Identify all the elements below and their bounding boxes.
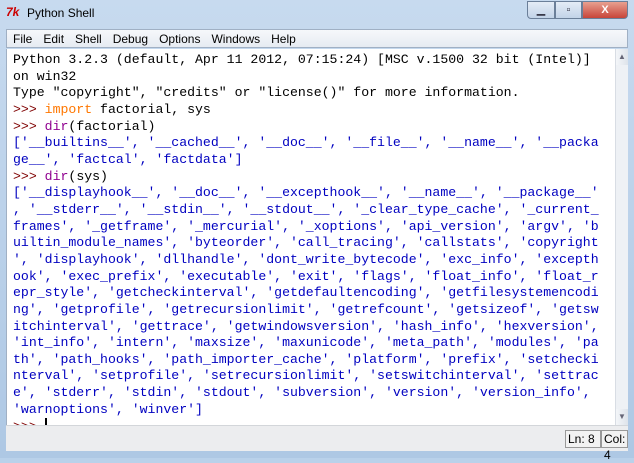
idle-app-icon: 7k xyxy=(6,5,20,19)
menu-options[interactable]: Options xyxy=(153,30,205,46)
output-text: ook', 'exec_prefix', 'executable', 'exit… xyxy=(13,268,599,284)
output-text: , '__stderr__', '__stdin__', '__stdout__… xyxy=(13,201,599,217)
vertical-scrollbar[interactable]: ▲ ▼ xyxy=(615,49,628,425)
output-text: e', 'stderr', 'stdin', 'stdout', 'subver… xyxy=(13,385,591,401)
prompt: >>> xyxy=(13,101,45,117)
status-bar: Ln: 8 Col: 4 xyxy=(6,425,628,462)
shell-line: >>> dir(factorial) xyxy=(13,119,599,136)
code-text: import xyxy=(44,101,93,117)
shell-line: on win32 xyxy=(13,69,599,86)
scroll-up-arrow-icon[interactable]: ▲ xyxy=(616,49,628,65)
shell-line: ['__displayhook__', '__doc__', '__except… xyxy=(13,185,599,202)
scroll-down-arrow-icon[interactable]: ▼ xyxy=(616,409,628,425)
prompt: >>> xyxy=(13,168,45,184)
shell-line: >>> dir(sys) xyxy=(13,169,599,186)
output-text: 'int_info', 'intern', 'maxsize', 'maxuni… xyxy=(13,335,599,351)
output-text: ['__displayhook__', '__doc__', '__except… xyxy=(13,185,599,201)
output-text: ge__', 'factcal', 'factdata'] xyxy=(13,151,243,167)
window-frame: 7k Python Shell ▁ ▫ X File Edit Shell Debug… xyxy=(0,0,634,462)
shell-line: frames', '_getframe', '_mercurial', '_xo… xyxy=(13,219,599,236)
shell-line: itchinterval', 'gettrace', 'getwindowsve… xyxy=(13,319,599,336)
column-number-indicator: Col: 4 xyxy=(601,430,628,462)
menu-shell[interactable]: Shell xyxy=(69,30,107,46)
shell-line: >>> import factorial, sys xyxy=(13,102,599,119)
output-text: itchinterval', 'gettrace', 'getwindowsve… xyxy=(13,318,599,334)
output-text: ['__builtins__', '__cached__', '__doc__'… xyxy=(13,135,599,151)
shell-output: Python 3.2.3 (default, Apr 11 2012, 07:1… xyxy=(13,52,599,425)
minimize-button[interactable]: ▁ xyxy=(527,1,555,19)
shell-line: ng', 'getprofile', 'getrecursionlimit', … xyxy=(13,302,599,319)
output-text: frames', '_getframe', '_mercurial', '_xo… xyxy=(13,218,599,234)
shell-text-area[interactable]: Python 3.2.3 (default, Apr 11 2012, 07:1… xyxy=(6,49,616,425)
output-text: uiltin_module_names', 'byteorder', 'call… xyxy=(13,235,599,251)
close-button[interactable]: X xyxy=(582,1,628,19)
shell-line: 'warnoptions', 'winver'] xyxy=(13,402,599,419)
output-text: ', 'displayhook', 'dllhandle', 'dont_wri… xyxy=(13,251,599,267)
line-number-indicator: Ln: 8 xyxy=(565,430,601,448)
shell-line: Python 3.2.3 (default, Apr 11 2012, 07:1… xyxy=(13,52,599,69)
shell-line: ook', 'exec_prefix', 'executable', 'exit… xyxy=(13,269,599,286)
output-text: 'warnoptions', 'winver'] xyxy=(13,401,203,417)
shell-line: epr_style', 'getcheckinterval', 'getdefa… xyxy=(13,285,599,302)
shell-line: , '__stderr__', '__stdin__', '__stdout__… xyxy=(13,202,599,219)
code-text: dir xyxy=(44,168,69,184)
output-text: th', 'path_hooks', 'path_importer_cache'… xyxy=(13,351,599,367)
menu-bar: File Edit Shell Debug Options Windows Help xyxy=(6,29,628,48)
menu-debug[interactable]: Debug xyxy=(107,30,153,46)
window-title: Python Shell xyxy=(27,6,95,20)
prompt: >>> xyxy=(13,118,45,134)
shell-line: e', 'stderr', 'stdin', 'stdout', 'subver… xyxy=(13,385,599,402)
code-text: dir xyxy=(44,118,69,134)
maximize-button[interactable]: ▫ xyxy=(555,1,582,19)
code-text: on win32 xyxy=(13,68,77,84)
shell-line: ['__builtins__', '__cached__', '__doc__'… xyxy=(13,135,599,152)
menu-help[interactable]: Help xyxy=(265,30,301,46)
shell-line: uiltin_module_names', 'byteorder', 'call… xyxy=(13,235,599,252)
output-text: epr_style', 'getcheckinterval', 'getdefa… xyxy=(13,285,599,301)
shell-line: th', 'path_hooks', 'path_importer_cache'… xyxy=(13,352,599,369)
title-bar[interactable]: 7k Python Shell ▁ ▫ X xyxy=(0,0,634,28)
code-text: (sys) xyxy=(68,168,108,184)
menu-edit[interactable]: Edit xyxy=(37,30,69,46)
shell-line: Type "copyright", "credits" or "license(… xyxy=(13,85,599,102)
menu-windows[interactable]: Windows xyxy=(205,30,265,46)
code-text: Type "copyright", "credits" or "license(… xyxy=(13,85,520,101)
shell-line: 'int_info', 'intern', 'maxsize', 'maxuni… xyxy=(13,335,599,352)
menu-file[interactable]: File xyxy=(7,30,37,46)
code-text: factorial, sys xyxy=(92,101,211,117)
code-text: Python 3.2.3 (default, Apr 11 2012, 07:1… xyxy=(13,52,591,67)
shell-line: ', 'displayhook', 'dllhandle', 'dont_wri… xyxy=(13,252,599,269)
output-text: ng', 'getprofile', 'getrecursionlimit', … xyxy=(13,301,599,317)
shell-line: nterval', 'setprofile', 'setrecursionlim… xyxy=(13,368,599,385)
code-text: (factorial) xyxy=(68,118,156,134)
shell-line: ge__', 'factcal', 'factdata'] xyxy=(13,152,599,169)
output-text: nterval', 'setprofile', 'setrecursionlim… xyxy=(13,368,599,384)
